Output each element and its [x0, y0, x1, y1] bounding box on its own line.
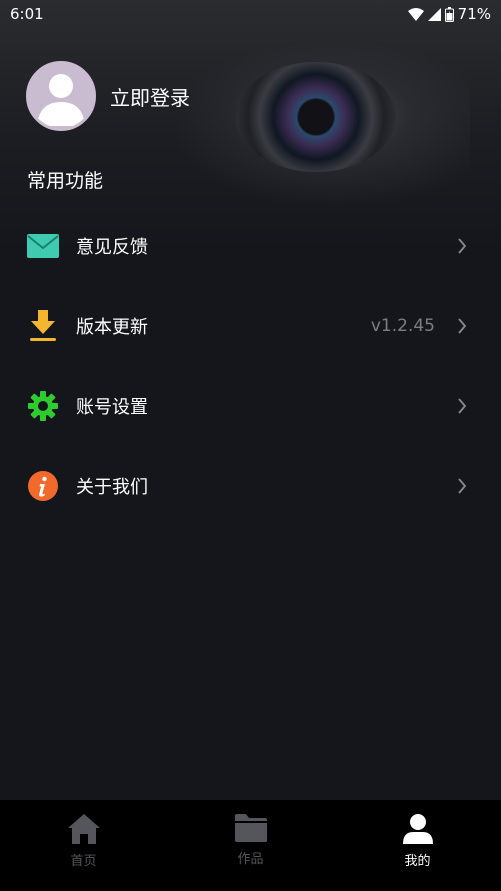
default-avatar-icon [29, 64, 93, 128]
wifi-icon [407, 7, 424, 21]
menu-item-about-us[interactable]: 关于我们 [0, 446, 501, 526]
section-title: 常用功能 [27, 170, 104, 192]
status-icons: 71% [407, 5, 491, 23]
menu-item-label: 版本更新 [76, 317, 148, 338]
menu-item-account-settings[interactable]: 账号设置 [0, 366, 501, 446]
nav-tab-label: 作品 [237, 852, 264, 867]
camera-lens-image [236, 62, 396, 172]
nav-tab-label: 首页 [70, 854, 97, 869]
status-time: 6:01 [10, 5, 44, 23]
nav-tab-works[interactable]: 作品 [167, 800, 334, 891]
download-icon [27, 310, 59, 342]
home-icon [67, 814, 100, 844]
chevron-right-icon [458, 318, 467, 334]
chevron-right-icon [458, 478, 467, 494]
nav-tab-mine[interactable]: 我的 [334, 800, 501, 891]
avatar[interactable] [26, 61, 96, 131]
profile-login[interactable]: 立即登录 [26, 61, 190, 131]
login-button-label[interactable]: 立即登录 [110, 82, 190, 111]
menu-item-label: 关于我们 [76, 477, 148, 498]
battery-percent: 71% [457, 5, 491, 23]
nav-tab-home[interactable]: 首页 [0, 800, 167, 891]
menu-item-label: 账号设置 [76, 397, 148, 418]
function-menu: 意见反馈 版本更新 v1.2.45 账号设置 关于我们 [0, 206, 501, 526]
battery-icon [444, 6, 454, 22]
chevron-right-icon [458, 398, 467, 414]
bottom-navigation: 首页 作品 我的 [0, 800, 501, 891]
status-bar: 6:01 71% [0, 0, 501, 28]
mail-icon [27, 230, 59, 262]
chevron-right-icon [458, 238, 467, 254]
nav-tab-label: 我的 [404, 854, 431, 869]
gear-icon [27, 390, 59, 422]
version-number: v1.2.45 [370, 316, 435, 336]
cellular-signal-icon [427, 7, 441, 21]
menu-item-version-update[interactable]: 版本更新 v1.2.45 [0, 286, 501, 366]
person-icon [402, 814, 433, 844]
folder-icon [234, 814, 267, 842]
menu-item-label: 意见反馈 [76, 237, 148, 258]
info-icon [27, 470, 59, 502]
menu-item-feedback[interactable]: 意见反馈 [0, 206, 501, 286]
